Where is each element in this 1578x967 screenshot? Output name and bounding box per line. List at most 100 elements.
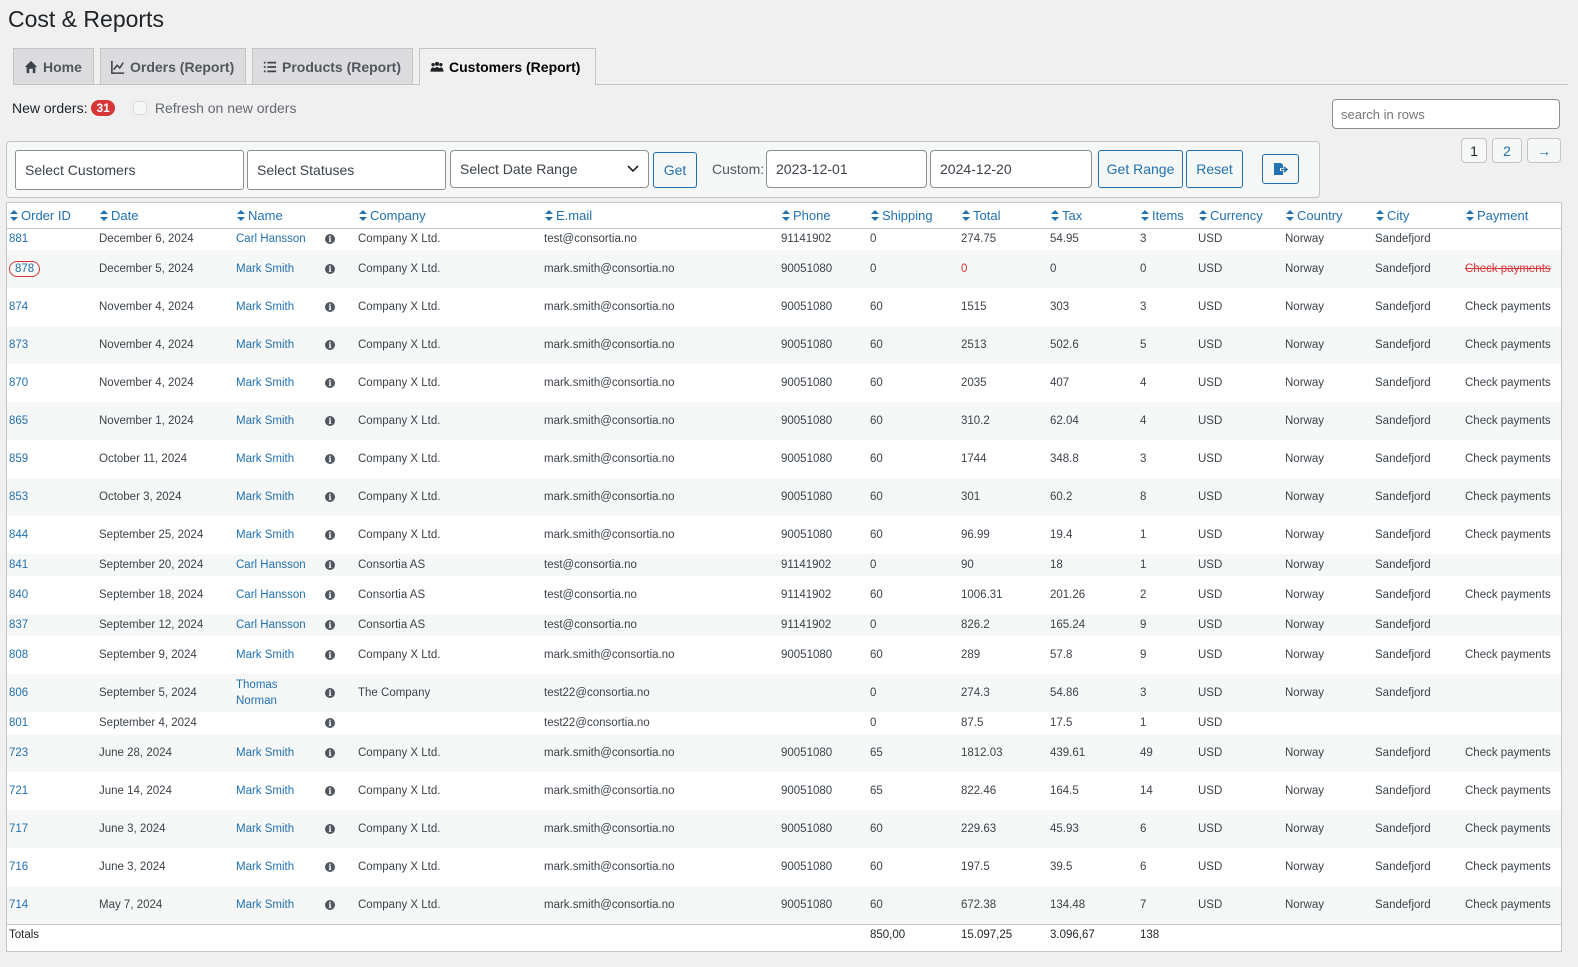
info-icon[interactable]: i	[325, 234, 335, 245]
total-cell-cell-wrap: 826.2	[959, 614, 1048, 636]
info-icon[interactable]: i	[325, 340, 335, 350]
col-items[interactable]: Items	[1138, 203, 1196, 229]
customer-name-link[interactable]: Mark Smith	[236, 823, 294, 835]
tab-customers-report[interactable]: Customers (Report)	[419, 48, 596, 85]
customer-name-link[interactable]: Mark Smith	[236, 415, 294, 427]
col-name[interactable]: Name	[234, 203, 356, 229]
order-id-link[interactable]: 859	[9, 453, 28, 465]
info-icon[interactable]: i	[325, 650, 335, 660]
customer-name-link[interactable]: Mark Smith	[236, 263, 294, 275]
customer-name-link[interactable]: Carl Hansson	[236, 589, 306, 601]
col-payment[interactable]: Payment	[1463, 203, 1561, 229]
order-id-link[interactable]: 853	[9, 491, 28, 503]
info-icon[interactable]: i	[325, 748, 335, 758]
order-id-link[interactable]: 717	[9, 823, 28, 835]
order-id-link[interactable]: 881	[9, 233, 28, 245]
info-icon[interactable]: i	[325, 378, 335, 388]
order-id-link[interactable]: 723	[9, 747, 28, 759]
order-id-link[interactable]: 844	[9, 529, 28, 541]
customer-name-link[interactable]: Mark Smith	[236, 861, 294, 873]
col-order-id[interactable]: Order ID	[7, 203, 97, 229]
customer-name-link[interactable]: Mark Smith	[236, 529, 294, 541]
select-customers-field[interactable]: Select Customers	[15, 150, 244, 190]
order-id-link[interactable]: 840	[9, 589, 28, 601]
order-id-link[interactable]: 716	[9, 861, 28, 873]
col-phone[interactable]: Phone	[779, 203, 868, 229]
col-company[interactable]: Company	[356, 203, 542, 229]
col-city[interactable]: City	[1373, 203, 1463, 229]
tab-orders-report[interactable]: Orders (Report)	[100, 48, 246, 84]
export-button[interactable]	[1262, 154, 1299, 184]
info-icon[interactable]: i	[325, 899, 335, 910]
customer-name-link[interactable]: Carl Hansson	[236, 233, 306, 245]
get-range-button[interactable]: Get Range	[1098, 150, 1183, 188]
refresh-checkbox[interactable]	[132, 101, 147, 115]
col-total[interactable]: Total	[959, 203, 1048, 229]
date-from-input[interactable]: 2023-12-01	[766, 150, 927, 188]
items-cell: 9	[1140, 649, 1147, 661]
tab-home[interactable]: Home	[13, 48, 94, 84]
order-id-link[interactable]: 721	[9, 785, 28, 797]
col-country[interactable]: Country	[1283, 203, 1373, 229]
shipping-cell-cell-wrap: 0	[868, 250, 959, 288]
tax-cell: 502.6	[1050, 339, 1079, 351]
col-email[interactable]: E.mail	[542, 203, 779, 229]
date-to-input[interactable]: 2024-12-20	[930, 150, 1092, 188]
customer-name-link[interactable]: Carl Hansson	[236, 619, 306, 631]
date-range-select[interactable]: Select Date Range	[450, 150, 649, 188]
country-cell: Norway	[1285, 649, 1324, 661]
order-id-link[interactable]: 878	[9, 261, 41, 277]
col-tax[interactable]: Tax	[1048, 203, 1138, 229]
order-id-link[interactable]: 841	[9, 559, 28, 571]
sort-icon	[962, 209, 970, 221]
col-date[interactable]: Date	[97, 203, 234, 229]
info-icon[interactable]: i	[325, 264, 335, 274]
tab-products-report[interactable]: Products (Report)	[252, 48, 413, 84]
date-to-value: 2024-12-20	[940, 161, 1012, 177]
info-icon[interactable]: i	[325, 560, 335, 570]
info-icon[interactable]: i	[325, 862, 335, 872]
info-icon[interactable]: i	[325, 416, 335, 426]
customer-name-link[interactable]: Thomas Norman	[236, 679, 278, 707]
order-id-link[interactable]: 873	[9, 339, 28, 351]
refresh-on-new-orders-toggle[interactable]: Refresh on new orders	[132, 100, 296, 116]
info-icon[interactable]: i	[325, 718, 335, 728]
page-1-button[interactable]: 1	[1461, 138, 1487, 163]
customer-name-link[interactable]: Mark Smith	[236, 649, 294, 661]
order-id-link[interactable]: 808	[9, 649, 28, 661]
info-icon[interactable]: i	[325, 786, 335, 796]
info-icon[interactable]: i	[325, 590, 335, 600]
col-currency[interactable]: Currency	[1196, 203, 1283, 229]
customer-name-link[interactable]: Mark Smith	[236, 453, 294, 465]
info-icon[interactable]: i	[325, 824, 335, 834]
customer-name-link[interactable]: Mark Smith	[236, 785, 294, 797]
customer-name-link[interactable]: Mark Smith	[236, 339, 294, 351]
order-id-link[interactable]: 874	[9, 301, 28, 313]
customer-name-link[interactable]: Mark Smith	[236, 301, 294, 313]
info-icon[interactable]: i	[325, 454, 335, 464]
order-id-link[interactable]: 865	[9, 415, 28, 427]
order-id-link[interactable]: 837	[9, 619, 28, 631]
search-rows-input[interactable]	[1332, 99, 1560, 129]
info-icon[interactable]: i	[325, 620, 335, 630]
order-id-link[interactable]: 870	[9, 377, 28, 389]
next-page-button[interactable]: →	[1527, 138, 1561, 163]
page-2-button[interactable]: 2	[1492, 138, 1522, 163]
reset-button[interactable]: Reset	[1186, 150, 1243, 188]
get-button[interactable]: Get	[653, 152, 697, 188]
customer-name-link[interactable]: Carl Hansson	[236, 559, 306, 571]
customer-name-link[interactable]: Mark Smith	[236, 491, 294, 503]
order-id-link[interactable]: 714	[9, 899, 28, 911]
order-id-link[interactable]: 806	[9, 687, 28, 699]
col-shipping[interactable]: Shipping	[868, 203, 959, 229]
info-icon[interactable]: i	[325, 530, 335, 540]
info-icon[interactable]: i	[325, 492, 335, 502]
country-cell: Norway	[1285, 619, 1324, 631]
customer-name-link[interactable]: Mark Smith	[236, 899, 294, 911]
order-id-link[interactable]: 801	[9, 717, 28, 729]
info-icon[interactable]: i	[325, 302, 335, 312]
customer-name-link[interactable]: Mark Smith	[236, 377, 294, 389]
info-icon[interactable]: i	[325, 688, 335, 698]
customer-name-link[interactable]: Mark Smith	[236, 747, 294, 759]
select-statuses-field[interactable]: Select Statuses	[247, 150, 446, 190]
